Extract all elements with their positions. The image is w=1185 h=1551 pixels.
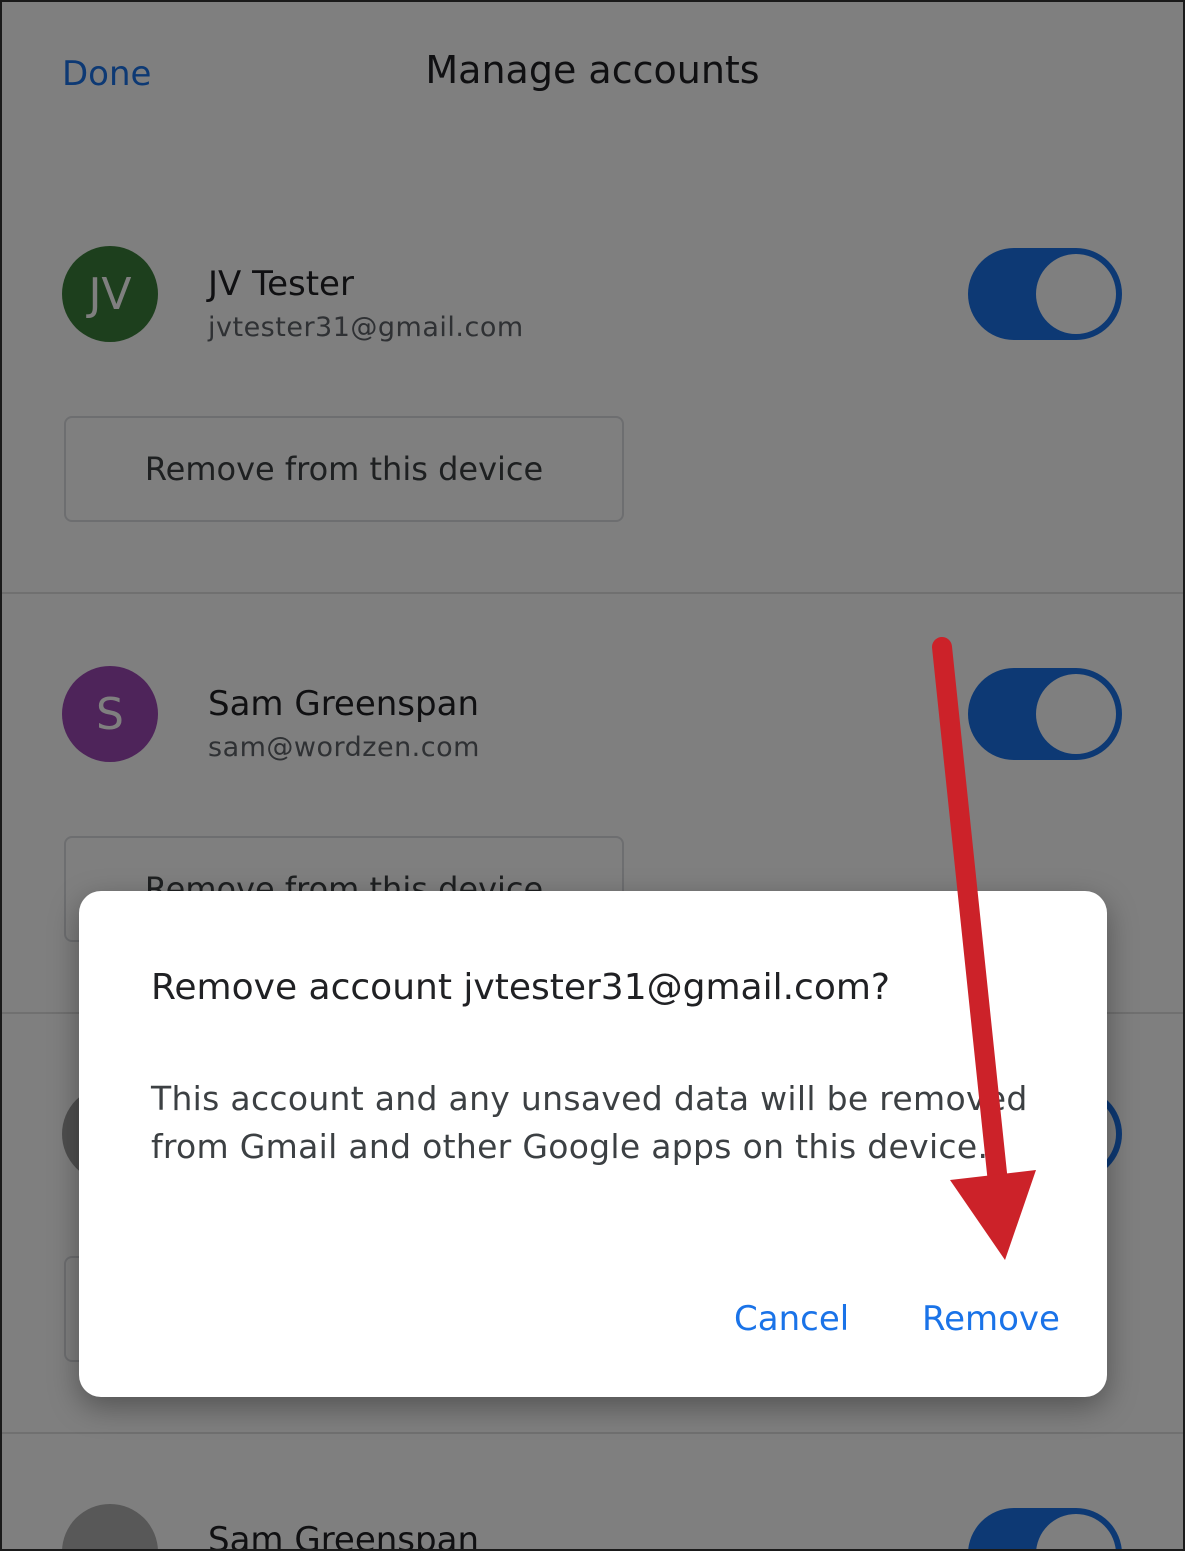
remove-account-dialog: Remove account jvtester31@gmail.com? Thi… [79,891,1107,1397]
dialog-title: Remove account jvtester31@gmail.com? [151,967,891,1008]
dialog-message: This account and any unsaved data will b… [151,1079,1028,1166]
remove-button[interactable]: Remove [922,1299,1060,1339]
screenshot-frame: Done Manage accounts JV JV Tester jvtest… [0,0,1185,1551]
cancel-button[interactable]: Cancel [734,1299,849,1339]
